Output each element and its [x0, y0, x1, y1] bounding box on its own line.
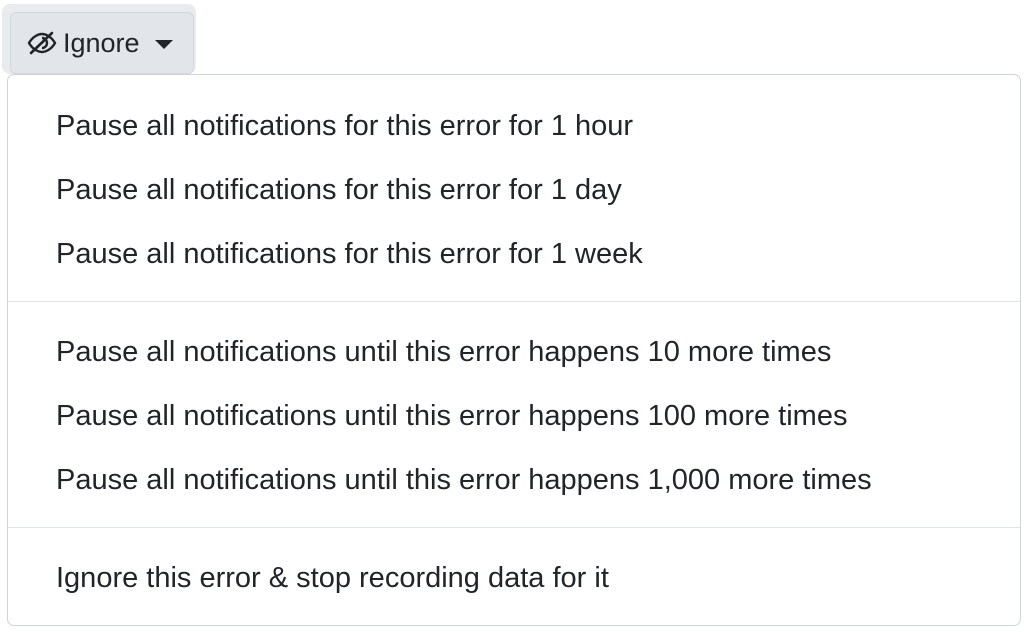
menu-item-pause-1-hour[interactable]: Pause all notifications for this error f…: [8, 98, 1020, 154]
ignore-dropdown-button[interactable]: Ignore: [10, 12, 194, 74]
menu-item-pause-1-week[interactable]: Pause all notifications for this error f…: [8, 226, 1020, 282]
menu-item-pause-10-times[interactable]: Pause all notifications until this error…: [8, 324, 1020, 380]
ignore-dropdown-menu: Pause all notifications for this error f…: [7, 74, 1021, 626]
menu-item-pause-1000-times[interactable]: Pause all notifications until this error…: [8, 452, 1020, 508]
menu-divider: [8, 301, 1020, 302]
ignore-button-focus-ring: Ignore: [2, 4, 196, 74]
menu-item-ignore-error[interactable]: Ignore this error & stop recording data …: [8, 550, 1020, 606]
eye-slash-icon: [27, 31, 57, 55]
menu-divider: [8, 527, 1020, 528]
ignore-button-label: Ignore: [63, 27, 140, 58]
menu-item-pause-1-day[interactable]: Pause all notifications for this error f…: [8, 162, 1020, 218]
caret-down-icon: [154, 39, 173, 49]
menu-item-pause-100-times[interactable]: Pause all notifications until this error…: [8, 388, 1020, 444]
